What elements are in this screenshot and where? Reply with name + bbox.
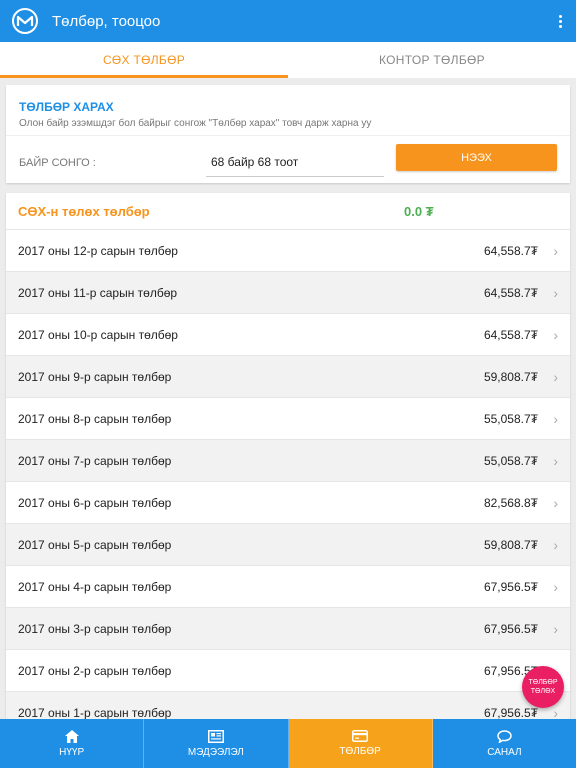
payment-row-amount: 64,558.7₮ xyxy=(483,327,538,342)
chevron-right-icon: › xyxy=(553,578,558,595)
payment-row-label: 2017 оны 11-р сарын төлбөр xyxy=(18,285,178,300)
news-icon xyxy=(207,729,224,743)
payment-row-amount: 59,808.7₮ xyxy=(483,537,538,552)
view-payment-title: ТӨЛБӨР ХАРАХ xyxy=(19,100,114,114)
nav-label-payment: ТӨЛБӨР xyxy=(339,746,381,757)
payment-row-label: 2017 оны 8-р сарын төлбөр xyxy=(18,411,172,426)
home-icon xyxy=(64,729,79,743)
chevron-right-icon: › xyxy=(553,494,558,511)
payment-row-label: 2017 оны 10-р сарын төлбөр xyxy=(18,327,178,342)
payment-row-amount: 67,956.5₮ xyxy=(483,705,538,720)
payment-row[interactable]: 2017 оны 12-р сарын төлбөр 64,558.7₮ › xyxy=(6,230,570,272)
nav-item-news[interactable]: МЭДЭЭЛЭЛ xyxy=(144,719,289,768)
divider xyxy=(6,135,570,136)
open-button[interactable]: НЭЭХ xyxy=(396,144,557,171)
payment-row[interactable]: 2017 оны 7-р сарын төлбөр 55,058.7₮ › xyxy=(6,440,570,482)
pay-now-line1: ТӨЛБӨР xyxy=(528,679,558,686)
payment-row-label: 2017 оны 7-р сарын төлбөр xyxy=(18,453,172,468)
view-payment-description: Олон байр эзэмшдэг бол байрыг сонгож "Тө… xyxy=(19,118,372,129)
nav-label-home: НҮҮР xyxy=(59,746,85,758)
payment-row-amount: 55,058.7₮ xyxy=(483,411,538,426)
payments-total: 0.0 ₮ xyxy=(404,203,434,219)
chevron-right-icon: › xyxy=(553,620,558,637)
payment-row-amount: 64,558.7₮ xyxy=(483,243,538,258)
credit-card-icon xyxy=(352,730,369,742)
payment-row[interactable]: 2017 оны 11-р сарын төлбөр 64,558.7₮ › xyxy=(6,272,570,314)
payment-row[interactable]: 2017 оны 10-р сарын төлбөр 64,558.7₮ › xyxy=(6,314,570,356)
app-logo-icon xyxy=(12,8,38,34)
bottom-navigation: НҮҮР МЭДЭЭЛЭЛ ТӨЛБӨР САНАЛ xyxy=(0,719,576,768)
chevron-right-icon: › xyxy=(553,284,558,301)
payment-row[interactable]: 2017 оны 3-р сарын төлбөр 67,956.5₮ › xyxy=(6,608,570,650)
view-payment-card: ТӨЛБӨР ХАРАХ Олон байр эзэмшдэг бол байр… xyxy=(6,85,570,183)
payments-card: СӨХ-н төлөх төлбөр 0.0 ₮ 2017 оны 12-р с… xyxy=(6,193,570,733)
payment-row-label: 2017 оны 12-р сарын төлбөр xyxy=(18,243,178,258)
tab-sokh-payment[interactable]: СӨХ ТӨЛБӨР xyxy=(0,42,288,78)
payment-row-label: 2017 оны 5-р сарын төлбөр xyxy=(18,537,172,552)
payment-row-amount: 55,058.7₮ xyxy=(483,453,538,468)
payment-row-amount: 82,568.8₮ xyxy=(483,495,538,510)
nav-item-feedback[interactable]: САНАЛ xyxy=(433,719,576,768)
app-bar-title: Төлбөр, тооцоо xyxy=(52,12,161,30)
payment-row-amount: 59,808.7₮ xyxy=(483,369,538,384)
payment-tabs: СӨХ ТӨЛБӨР КОНТОР ТӨЛБӨР xyxy=(0,42,576,78)
nav-item-home[interactable]: НҮҮР xyxy=(0,719,145,768)
payment-row[interactable]: 2017 оны 6-р сарын төлбөр 82,568.8₮ › xyxy=(6,482,570,524)
app-bar: Төлбөр, тооцоо xyxy=(0,0,576,42)
tab-office-payment[interactable]: КОНТОР ТӨЛБӨР xyxy=(288,42,576,78)
payment-row[interactable]: 2017 оны 8-р сарын төлбөр 55,058.7₮ › xyxy=(6,398,570,440)
payments-header: СӨХ-н төлөх төлбөр 0.0 ₮ xyxy=(6,193,570,230)
payment-row-label: 2017 оны 9-р сарын төлбөр xyxy=(18,369,172,384)
more-options-icon[interactable] xyxy=(548,6,572,36)
apartment-select-label: БАЙР СОНГО : xyxy=(19,157,96,169)
payment-row-label: 2017 оны 3-р сарын төлбөр xyxy=(18,621,172,636)
payment-row-amount: 67,956.5₮ xyxy=(483,579,538,594)
payment-row-amount: 67,956.5₮ xyxy=(483,621,538,636)
chevron-right-icon: › xyxy=(553,536,558,553)
pay-now-line2: ТӨЛӨХ xyxy=(530,688,556,695)
apartment-select[interactable]: 68 байр 68 тоот xyxy=(206,147,384,177)
payment-row[interactable]: 2017 оны 5-р сарын төлбөр 59,808.7₮ › xyxy=(6,524,570,566)
chevron-right-icon: › xyxy=(553,368,558,385)
payment-row-label: 2017 оны 2-р сарын төлбөр xyxy=(18,663,172,678)
payment-row[interactable]: 2017 оны 9-р сарын төлбөр 59,808.7₮ › xyxy=(6,356,570,398)
nav-item-payment[interactable]: ТӨЛБӨР xyxy=(288,719,433,768)
nav-label-news: МЭДЭЭЛЭЛ xyxy=(187,746,244,758)
payment-row-amount: 64,558.7₮ xyxy=(483,285,538,300)
payment-row[interactable]: 2017 оны 2-р сарын төлбөр67,956.5₮› xyxy=(6,650,570,692)
payment-row-label: 2017 оны 4-р сарын төлбөр xyxy=(18,579,172,594)
chevron-right-icon: › xyxy=(553,242,558,259)
chevron-right-icon: › xyxy=(553,452,558,469)
chat-icon xyxy=(497,729,512,743)
chevron-right-icon: › xyxy=(553,326,558,343)
payments-title: СӨХ-н төлөх төлбөр xyxy=(18,203,150,219)
payment-row-label: 2017 оны 1-р сарын төлбөр xyxy=(18,705,172,720)
payment-row-label: 2017 оны 6-р сарын төлбөр xyxy=(18,495,172,510)
nav-label-feedback: САНАЛ xyxy=(487,746,522,758)
chevron-right-icon: › xyxy=(553,410,558,427)
pay-now-button[interactable]: ТӨЛБӨР ТӨЛӨХ xyxy=(522,666,564,708)
payment-row[interactable]: 2017 оны 4-р сарын төлбөр 67,956.5₮ › xyxy=(6,566,570,608)
